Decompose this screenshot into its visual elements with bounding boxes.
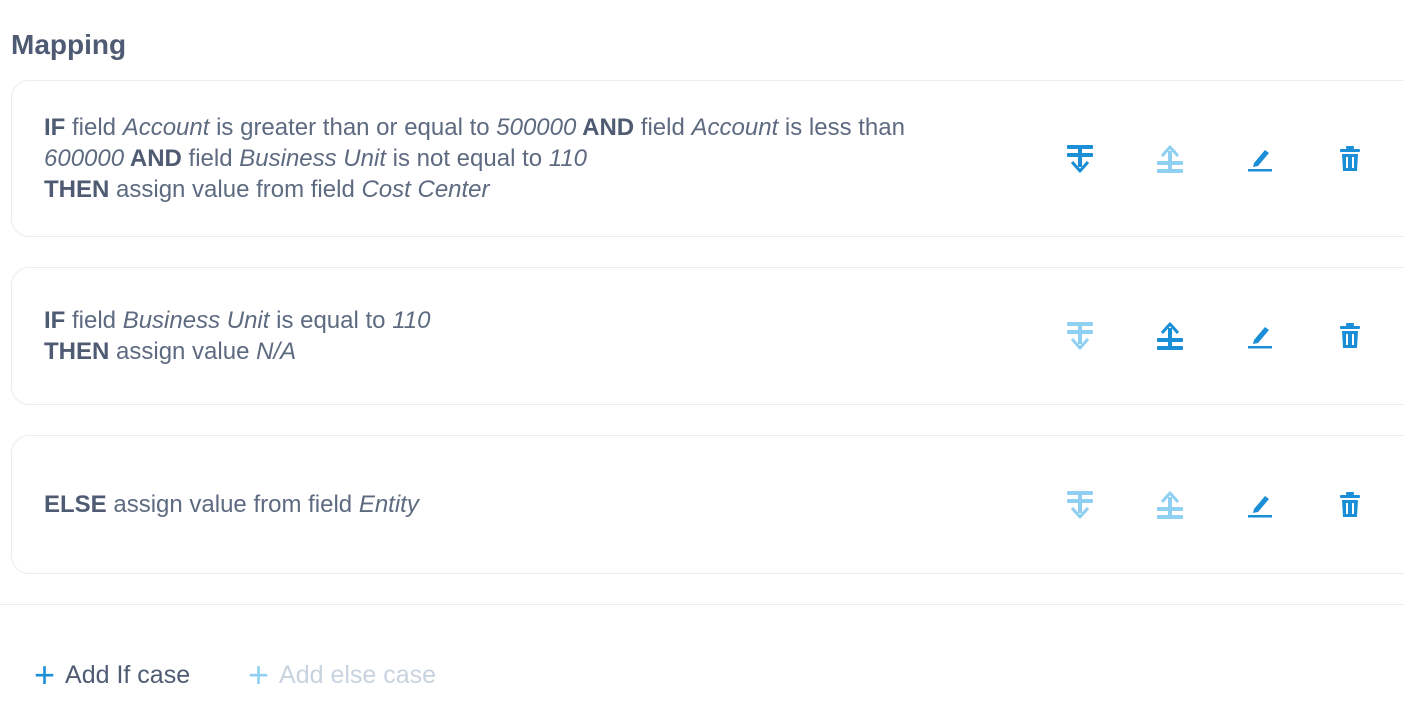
move-up-button[interactable] bbox=[1152, 318, 1188, 354]
plus-icon: + bbox=[248, 654, 270, 695]
add-else-case-label: Add else case bbox=[279, 660, 437, 689]
rule-actions bbox=[1062, 141, 1382, 177]
trash-icon bbox=[1340, 492, 1360, 517]
add-if-case-label: Add If case bbox=[65, 660, 191, 689]
rule-card-2: IF field Business Unit is equal to 110 T… bbox=[11, 267, 1404, 405]
pencil-icon bbox=[1248, 496, 1272, 518]
field-name: Business Unit bbox=[122, 307, 270, 334]
keyword-else: ELSE bbox=[44, 491, 107, 518]
value: 600000 bbox=[44, 145, 125, 172]
pencil-icon bbox=[1248, 150, 1272, 172]
delete-button[interactable] bbox=[1332, 487, 1368, 523]
rule-actions bbox=[1062, 318, 1382, 354]
keyword-then: THEN bbox=[44, 176, 110, 203]
rule-card-else: ELSE assign value from field Entity bbox=[11, 435, 1404, 574]
keyword-if: IF bbox=[44, 114, 66, 141]
rule-text-fragment: field bbox=[181, 145, 240, 172]
move-down-icon bbox=[1067, 145, 1093, 173]
edit-button[interactable] bbox=[1242, 318, 1278, 354]
rule-text-else: ELSE assign value from field Entity bbox=[44, 489, 1024, 520]
rule-card-1: IF field Account is greater than or equa… bbox=[11, 80, 1404, 237]
rule-line: THEN assign value N/A bbox=[44, 336, 1024, 367]
rule-text-1: IF field Account is greater than or equa… bbox=[44, 112, 1024, 205]
keyword-then: THEN bbox=[44, 338, 110, 365]
move-up-icon bbox=[1157, 145, 1183, 173]
move-up-icon bbox=[1157, 491, 1183, 519]
add-if-case-button[interactable]: + Add If case bbox=[34, 657, 190, 693]
move-down-button[interactable] bbox=[1062, 487, 1098, 523]
plus-icon: + bbox=[34, 654, 56, 695]
move-down-icon bbox=[1067, 322, 1093, 350]
keyword-and: AND bbox=[124, 145, 182, 172]
keyword-and: AND bbox=[576, 114, 635, 141]
trash-icon bbox=[1340, 323, 1360, 348]
rule-text-fragment: assign value bbox=[109, 338, 257, 365]
move-down-button[interactable] bbox=[1062, 141, 1098, 177]
rule-line: IF field Account is greater than or equa… bbox=[44, 112, 1024, 143]
value: N/A bbox=[256, 338, 297, 365]
rule-text-fragment: is greater than or equal to bbox=[209, 114, 497, 141]
rule-line: ELSE assign value from field Entity bbox=[44, 489, 1024, 520]
delete-button[interactable] bbox=[1332, 141, 1368, 177]
rule-line: 600000 AND field Business Unit is not eq… bbox=[44, 143, 1024, 174]
rule-text-fragment: is not equal to bbox=[385, 145, 549, 172]
footer-divider bbox=[0, 604, 1404, 605]
value: 500000 bbox=[496, 114, 577, 141]
rule-text-fragment: field bbox=[634, 114, 692, 141]
rule-line: THEN assign value from field Cost Center bbox=[44, 174, 1024, 205]
rule-text-fragment: field bbox=[65, 114, 123, 141]
field-name: Account bbox=[122, 114, 210, 141]
move-up-icon bbox=[1157, 322, 1183, 350]
rule-text-fragment: field bbox=[65, 307, 123, 334]
pencil-icon bbox=[1248, 327, 1272, 349]
move-up-button[interactable] bbox=[1152, 141, 1188, 177]
rule-text-fragment: assign value from field bbox=[106, 491, 359, 518]
delete-button[interactable] bbox=[1332, 318, 1368, 354]
page-title: Mapping bbox=[11, 29, 127, 60]
mapping-page: Mapping IF field Account is greater than… bbox=[0, 0, 1404, 716]
rule-text-fragment: is equal to bbox=[269, 307, 393, 334]
move-up-button[interactable] bbox=[1152, 487, 1188, 523]
field-name: Business Unit bbox=[239, 145, 386, 172]
edit-button[interactable] bbox=[1242, 141, 1278, 177]
keyword-if: IF bbox=[44, 307, 66, 334]
rule-line: IF field Business Unit is equal to 110 bbox=[44, 305, 1024, 336]
rule-text-fragment: assign value from field bbox=[109, 176, 362, 203]
edit-button[interactable] bbox=[1242, 487, 1278, 523]
rule-text-fragment: is less than bbox=[778, 114, 905, 141]
move-down-button[interactable] bbox=[1062, 318, 1098, 354]
value: 110 bbox=[392, 307, 431, 334]
trash-icon bbox=[1340, 146, 1360, 171]
field-name: Cost Center bbox=[361, 176, 490, 203]
move-down-icon bbox=[1067, 491, 1093, 519]
field-name: Entity bbox=[358, 491, 419, 518]
value: 110 bbox=[548, 145, 588, 172]
rule-actions bbox=[1062, 487, 1382, 523]
add-else-case-button[interactable]: + Add else case bbox=[248, 657, 436, 693]
rule-text-2: IF field Business Unit is equal to 110 T… bbox=[44, 305, 1024, 367]
field-name: Account bbox=[691, 114, 779, 141]
